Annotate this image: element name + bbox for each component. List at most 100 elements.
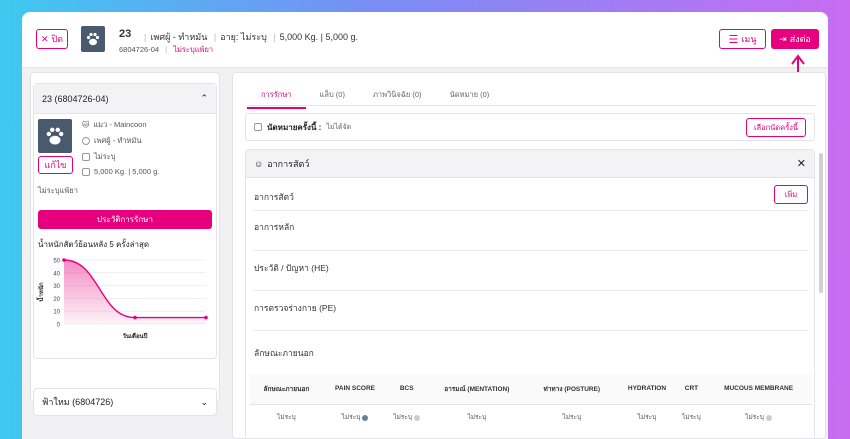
close-button[interactable]: ✕ ปิด bbox=[36, 29, 68, 49]
x-axis-label: วันเดือนปี bbox=[123, 332, 148, 340]
vitals-value: ไม่ระบุ bbox=[341, 414, 361, 422]
gender-text: เพศผู้ - ทำหมัน bbox=[94, 136, 142, 145]
calendar-icon bbox=[82, 153, 90, 161]
pet-card-avatar bbox=[38, 119, 72, 153]
vitals-header-row: ลักษณะภายนอก PAIN SCORE BCS อารมณ์ (MENT… bbox=[250, 374, 812, 405]
treatment-history-label: ประวัติการรักษา bbox=[97, 215, 153, 224]
status-dot-icon bbox=[765, 414, 772, 421]
vitals-value: ไม่ระบุ bbox=[745, 414, 764, 422]
scale-icon bbox=[82, 167, 90, 176]
chevron-up-icon: ⌃ bbox=[200, 93, 208, 103]
pet-hn: 6804726-04 bbox=[119, 45, 160, 54]
edit-label: แก้ไข bbox=[44, 160, 67, 170]
divider bbox=[254, 290, 808, 291]
pet-id: 23 bbox=[119, 28, 132, 40]
appointment-row: นัดหมายครั้งนี้ : ไม่ได้จัด เลือกนัดครั้… bbox=[245, 113, 815, 141]
pet-sidebar: 23 (6804726-04) ⌃ 🐱 แมว - Maincoon เพศผู… bbox=[30, 72, 220, 416]
edit-pet-button[interactable]: แก้ไข bbox=[38, 156, 73, 174]
close-icon[interactable]: ✕ bbox=[797, 157, 806, 170]
menu-label: เมนู bbox=[741, 34, 757, 44]
vitals-value: ไม่ระบุ bbox=[682, 414, 701, 422]
divider bbox=[254, 250, 808, 251]
app-window: ✕ ปิด 23 | เพศผู้ - ทำหมัน | อายุ: ไม่ระบุ… bbox=[22, 12, 828, 439]
vitals-cell[interactable]: ไม่ระบุ bbox=[323, 404, 387, 430]
vitals-header: ลักษณะภายนอก bbox=[250, 374, 323, 405]
symptoms-label: อาการสัตว์ bbox=[254, 192, 294, 202]
treatment-panel: การรักษา แล็บ (0) ภาพวินิจฉัย (0) นัดหมา… bbox=[232, 72, 826, 439]
vitals-cell[interactable]: ไม่ระบุ bbox=[527, 404, 616, 430]
divider bbox=[254, 330, 808, 331]
vitals-cell[interactable]: ไม่ระบุ bbox=[250, 404, 323, 430]
y-tick-label: 0 bbox=[57, 323, 61, 329]
external-appearance-label: ลักษณะภายนอก bbox=[254, 348, 314, 358]
weight-line: 5,000 Kg. | 5,000 g. bbox=[82, 167, 159, 176]
table-row: ไม่ระบุ ไม่ระบุ ไม่ระบุ ไม่ระบุ ไม่ระบุ … bbox=[250, 404, 812, 430]
vitals-table: ลักษณะภายนอก PAIN SCORE BCS อารมณ์ (MENT… bbox=[250, 374, 812, 430]
symptoms-title: อาการสัตว์ bbox=[267, 158, 310, 169]
pet-hn-line: 6804726-04 | ไม่ระบุแพ้ยา bbox=[119, 45, 214, 54]
vitals-header: MUCOUS MEMBRANE bbox=[705, 374, 812, 405]
cat-icon: 🐱 bbox=[82, 122, 90, 129]
vitals-cell[interactable]: ไม่ระบุ bbox=[705, 404, 812, 430]
select-appointment-label: เลือกนัดครั้งนี้ bbox=[753, 122, 799, 132]
pet-age: อายุ: ไม่ระบุ bbox=[220, 32, 267, 42]
vitals-header: CRT bbox=[677, 374, 706, 405]
divider bbox=[254, 210, 808, 211]
data-point[interactable] bbox=[204, 315, 208, 320]
paw-icon bbox=[46, 127, 64, 145]
treatment-history-button[interactable]: ประวัติการรักษา bbox=[38, 210, 212, 229]
y-tick-label: 40 bbox=[53, 271, 60, 277]
pet-summary: | เพศผู้ - ทำหมัน | อายุ: ไม่ระบุ | 5,000 K… bbox=[144, 32, 359, 42]
select-appointment-button[interactable]: เลือกนัดครั้งนี้ bbox=[746, 118, 806, 137]
pet-card-header[interactable]: 23 (6804726-04) ⌃ bbox=[34, 84, 216, 114]
forward-icon: ⇥ bbox=[779, 33, 787, 44]
gender-icon bbox=[82, 137, 90, 145]
owner-card[interactable]: ฟ้าใหม (6804726) ⌄ bbox=[33, 388, 217, 416]
y-tick-label: 30 bbox=[53, 284, 60, 290]
data-point[interactable] bbox=[133, 315, 137, 320]
add-symptom-button[interactable]: เพิ่ม bbox=[774, 185, 808, 204]
vitals-value: ไม่ระบุ bbox=[393, 414, 413, 422]
add-symptom-label: เพิ่ม bbox=[784, 189, 798, 199]
appointment-label: นัดหมายครั้งนี้ : bbox=[267, 122, 322, 132]
status-dot-icon bbox=[362, 414, 369, 421]
vitals-header: ท่าทาง (POSTURE) bbox=[527, 374, 617, 405]
pet-card: 23 (6804726-04) ⌃ 🐱 แมว - Maincoon เพศผู… bbox=[33, 83, 217, 359]
pet-gender: เพศผู้ - ทำหมัน bbox=[150, 32, 208, 42]
age-text: ไม่ระบุ bbox=[94, 152, 116, 161]
species-line: 🐱 แมว - Maincoon bbox=[82, 119, 147, 131]
vitals-header: PAIN SCORE bbox=[322, 374, 388, 405]
scrollbar[interactable] bbox=[819, 153, 823, 293]
pet-card-title: 23 (6804726-04) bbox=[42, 93, 109, 104]
vitals-cell[interactable]: ไม่ระบุ bbox=[426, 404, 527, 430]
allergy-note: ไม่ระบุแพ้ยา bbox=[38, 186, 78, 195]
weight-chart: 0 10 20 30 40 50 น้ำหนักวันเดือนปี bbox=[35, 258, 208, 340]
pet-avatar bbox=[81, 26, 105, 52]
hamburger-icon: ☰ bbox=[728, 33, 739, 46]
menu-button[interactable]: ☰ เมนู bbox=[719, 29, 766, 49]
chart-title: น้ำหนักสัตว์ย้อนหลัง 5 ครั้งล่าสุด bbox=[38, 240, 150, 249]
vitals-value: ไม่ระบุ bbox=[637, 414, 657, 422]
weight-text: 5,000 Kg. | 5,000 g. bbox=[94, 167, 160, 176]
send-button[interactable]: ⇥ ส่งต่อ bbox=[771, 29, 819, 49]
vitals-cell[interactable]: ไม่ระบุ bbox=[678, 404, 705, 430]
species-text: แมว - Maincoon bbox=[93, 120, 147, 129]
close-icon: ✕ bbox=[40, 33, 49, 44]
chevron-down-icon: ⌄ bbox=[200, 396, 208, 407]
y-tick-label: 10 bbox=[53, 310, 60, 316]
allergy-text: ไม่ระบุแพ้ยา bbox=[173, 45, 214, 54]
y-axis-label: น้ำหนัก bbox=[35, 282, 45, 302]
vitals-value: ไม่ระบุ bbox=[467, 414, 487, 422]
close-label: ปิด bbox=[51, 34, 64, 44]
age-line: ไม่ระบุ bbox=[82, 151, 116, 163]
vitals-header: HYDRATION bbox=[616, 374, 678, 405]
vitals-cell[interactable]: ไม่ระบุ bbox=[616, 404, 678, 430]
paw-icon bbox=[86, 32, 100, 46]
data-point[interactable] bbox=[62, 258, 66, 262]
history-label: ประวัติ / ปัญหา (HE) bbox=[254, 263, 329, 273]
vitals-value: ไม่ระบุ bbox=[562, 414, 582, 422]
send-label: ส่งต่อ bbox=[789, 34, 811, 44]
y-tick-label: 50 bbox=[53, 259, 60, 265]
vitals-cell[interactable]: ไม่ระบุ bbox=[387, 404, 426, 430]
owner-card-title: ฟ้าใหม (6804726) bbox=[42, 397, 114, 407]
